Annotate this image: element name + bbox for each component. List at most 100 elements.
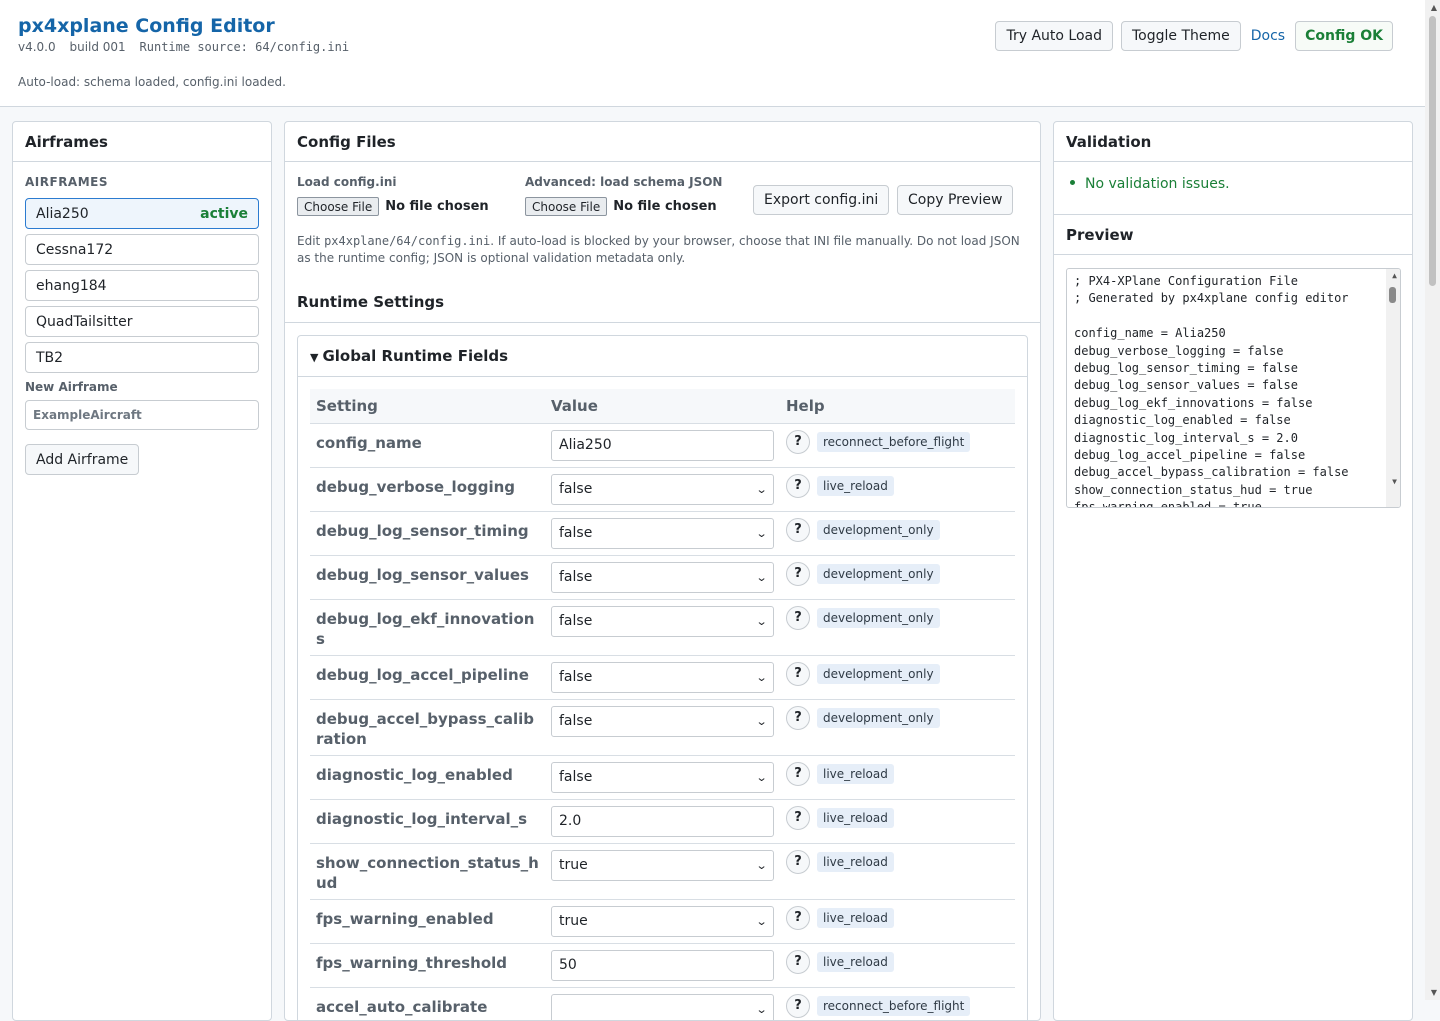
copy-preview-button[interactable]: Copy Preview [897,185,1013,215]
setting-row: config_nameAlia250?reconnect_before_flig… [310,423,1015,467]
page-scroll-thumb[interactable] [1429,16,1436,286]
setting-row: debug_accel_bypass_calibrationfalse⌄? dev… [310,699,1015,755]
preview-title: Preview [1054,214,1412,255]
setting-value-select[interactable]: true⌄ [551,906,774,937]
export-config-button[interactable]: Export config.ini [753,185,889,215]
config-file-picker: Choose File No file chosen [297,197,489,216]
airframe-item-ehang184[interactable]: ehang184 [25,270,259,301]
add-airframe-button[interactable]: Add Airframe [25,444,139,475]
group-toggle[interactable]: ▼Global Runtime Fields [298,336,1027,377]
setting-value-select[interactable]: false⌄ [551,562,774,593]
preview-textarea[interactable]: ; PX4-XPlane Configuration File ; Genera… [1066,268,1401,508]
app-header: px4xplane Config Editor v4.0.0 build 001… [0,0,1425,107]
build-label: build 001 [69,40,125,54]
setting-row: show_connection_status_hudtrue⌄?live_rel… [310,843,1015,899]
setting-value-select[interactable]: false⌄ [551,762,774,793]
setting-value-cell: true⌄ [545,843,780,899]
help-icon[interactable]: ? [786,806,810,830]
help-icon[interactable]: ? [786,850,810,874]
docs-link[interactable]: Docs [1249,28,1287,44]
setting-tag: live_reload [817,764,894,784]
config-files-panel: Config Files Load config.ini Choose File… [284,121,1041,1021]
setting-name: diagnostic_log_interval_s [310,799,545,843]
setting-value-select[interactable]: true⌄ [551,850,774,881]
help-icon[interactable]: ? [786,994,810,1018]
setting-tag: live_reload [817,808,894,828]
config-help-text: Edit px4xplane/64/config.ini. If auto-lo… [297,233,1027,267]
setting-name: show_connection_status_hud [310,843,545,899]
setting-tag: development_only [817,564,940,584]
help-icon[interactable]: ? [786,606,810,630]
choose-config-file-button[interactable]: Choose File [297,197,379,216]
config-path: px4xplane/64/config.ini [324,234,490,248]
schema-file-status: No file chosen [613,199,716,214]
page-scroll-up-icon[interactable]: ▲ [1431,3,1437,12]
chevron-down-icon: ⌄ [755,615,767,628]
help-icon[interactable]: ? [786,706,810,730]
setting-row: debug_verbose_loggingfalse⌄?live_reload [310,467,1015,511]
help-icon[interactable]: ? [786,430,810,454]
help-icon[interactable]: ? [786,662,810,686]
setting-value-select[interactable]: false⌄ [551,706,774,737]
setting-name: config_name [310,423,545,467]
airframe-item-alia250[interactable]: Alia250 active [25,198,259,229]
setting-row: diagnostic_log_enabledfalse⌄?live_reload [310,755,1015,799]
preview-scroll-thumb[interactable] [1389,287,1396,303]
setting-value-select[interactable]: false⌄ [551,518,774,549]
setting-value-cell: false⌄ [545,511,780,555]
help-icon[interactable]: ? [786,562,810,586]
active-badge: active [200,206,248,222]
version-label: v4.0.0 [18,40,56,54]
airframe-item-quadtailsitter[interactable]: QuadTailsitter [25,306,259,337]
setting-help-cell: ?live_reload [780,467,1015,511]
chevron-down-icon: ⌄ [755,527,767,540]
help-icon[interactable]: ? [786,950,810,974]
chevron-down-icon: ⌄ [755,771,767,784]
config-file-status: No file chosen [385,199,488,214]
airframes-panel: Airframes AIRFRAMES Alia250 active Cessn… [12,121,272,1021]
new-airframe-input[interactable] [25,400,259,430]
airframe-label: Alia250 [36,206,89,222]
setting-help-cell: ? development_only [780,699,1015,755]
scroll-up-icon[interactable]: ▲ [1392,271,1397,280]
setting-row: fps_warning_threshold50?live_reload [310,943,1015,987]
validation-panel: Validation No validation issues. Preview… [1053,121,1413,1021]
page-scrollbar[interactable]: ▲ ▼ [1425,0,1440,1000]
preview-scrollbar[interactable]: ▲ ▼ [1386,269,1400,507]
setting-tag: development_only [817,708,940,728]
scroll-down-icon[interactable]: ▼ [1392,477,1397,486]
setting-name: debug_verbose_logging [310,467,545,511]
setting-tag: live_reload [817,952,894,972]
setting-value-input[interactable]: 50 [551,950,774,981]
help-icon[interactable]: ? [786,762,810,786]
airframe-item-cessna172[interactable]: Cessna172 [25,234,259,265]
column-header-setting: Setting [310,389,545,423]
setting-value-select[interactable]: false⌄ [551,474,774,505]
airframe-item-tb2[interactable]: TB2 [25,342,259,373]
setting-name: debug_accel_bypass_calibration [310,699,545,755]
load-config-label: Load config.ini [297,175,396,189]
setting-value-input[interactable]: Alia250 [551,430,774,461]
try-auto-load-button[interactable]: Try Auto Load [995,21,1113,51]
toggle-theme-button[interactable]: Toggle Theme [1121,21,1241,51]
expand-triangle-icon: ▼ [310,351,318,364]
choose-schema-file-button[interactable]: Choose File [525,197,607,216]
setting-value-input[interactable]: 2.0 [551,806,774,837]
airframes-panel-title: Airframes [13,122,271,162]
help-icon[interactable]: ? [786,906,810,930]
setting-value-select[interactable]: ⌄ [551,994,774,1021]
setting-name: debug_log_accel_pipeline [310,655,545,699]
page-scroll-down-icon[interactable]: ▼ [1431,988,1437,997]
setting-tag: live_reload [817,908,894,928]
setting-value-cell: 2.0 [545,799,780,843]
setting-value-select[interactable]: false⌄ [551,606,774,637]
help-icon[interactable]: ? [786,474,810,498]
setting-value-select[interactable]: false⌄ [551,662,774,693]
chevron-down-icon: ⌄ [755,715,767,728]
help-icon[interactable]: ? [786,518,810,542]
runtime-settings-title: Runtime Settings [285,282,1041,323]
new-airframe-label: New Airframe [25,380,118,394]
setting-value-cell: false⌄ [545,699,780,755]
setting-row: fps_warning_enabledtrue⌄?live_reload [310,899,1015,943]
setting-name: debug_log_sensor_timing [310,511,545,555]
